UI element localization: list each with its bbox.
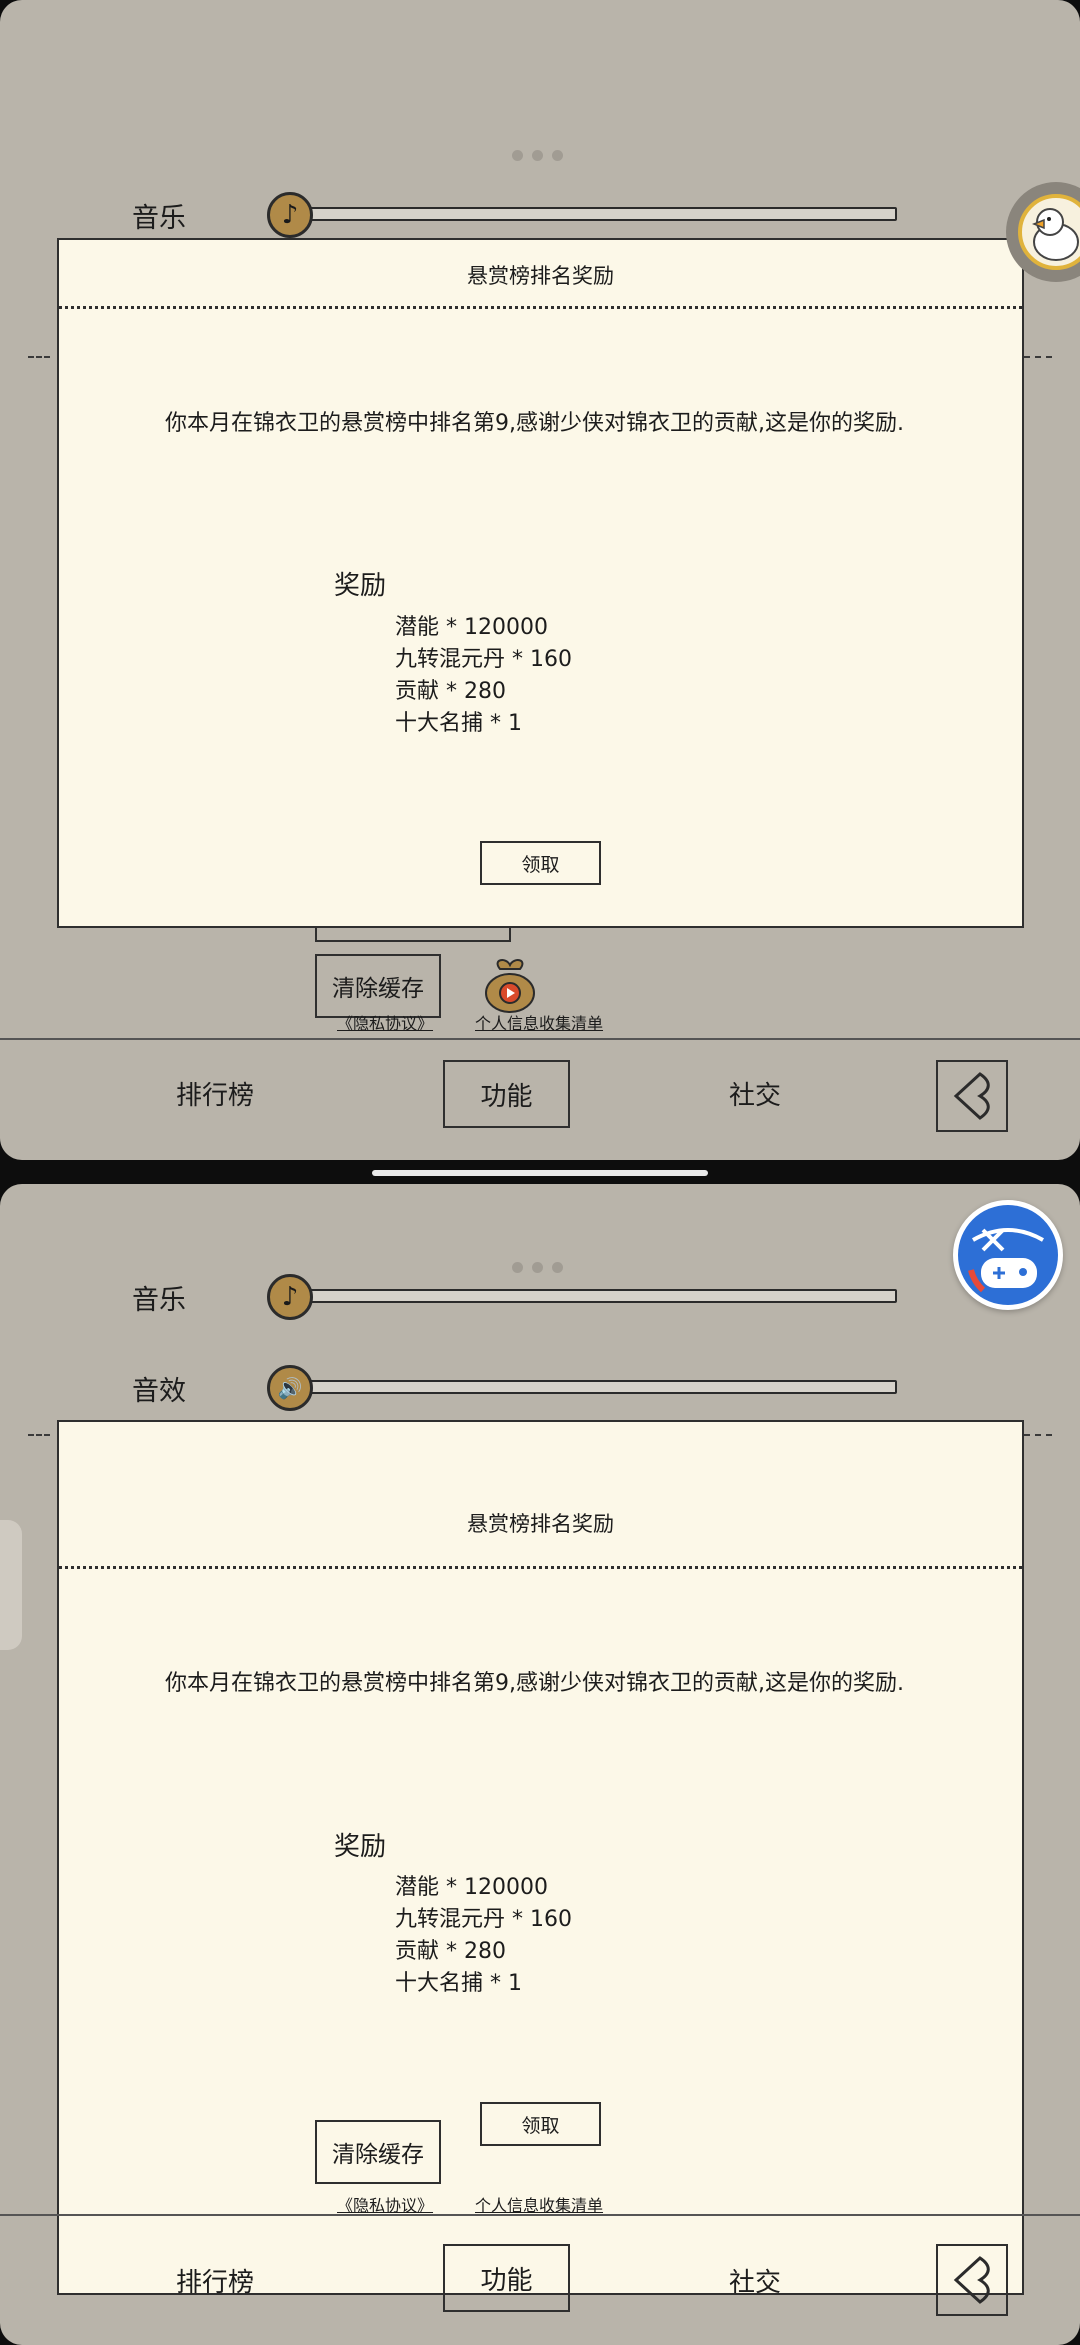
dialog-title: 悬赏榜排名奖励 <box>467 264 614 288</box>
reward-item: 潜能 * 120000 <box>395 1875 548 1900</box>
back-button[interactable] <box>936 1060 1008 1132</box>
tab-social[interactable]: 社交 <box>729 1075 781 1112</box>
tab-function[interactable]: 功能 <box>443 1060 570 1128</box>
music-slider[interactable] <box>300 1289 897 1303</box>
gift-pouch-icon[interactable] <box>482 955 538 1013</box>
claim-button[interactable]: 领取 <box>480 841 601 885</box>
divider <box>1024 1434 1052 1436</box>
music-icon[interactable]: ♪ <box>267 192 313 238</box>
top-window: 音乐 ♪ 悬赏榜排名奖励 你本月在锦衣卫的悬赏榜中排名第9,感谢少侠对锦衣卫的贡… <box>0 0 1080 1160</box>
button-frame-partial <box>315 926 511 942</box>
info-collection-link[interactable]: 个人信息收集清单 <box>475 1010 603 1034</box>
dialog-message: 你本月在锦衣卫的悬赏榜中排名第9,感谢少侠对锦衣卫的贡献,这是你的奖励. <box>165 1671 904 1696</box>
game-controller-badge-icon[interactable] <box>953 1200 1063 1310</box>
side-edge-tab[interactable] <box>0 1520 22 1650</box>
dialog-separator <box>59 1566 1022 1569</box>
tab-ranking[interactable]: 排行榜 <box>176 1075 254 1112</box>
divider <box>28 1434 50 1436</box>
reward-title: 奖励 <box>334 571 387 601</box>
reward-item: 九转混元丹 * 160 <box>395 647 572 672</box>
privacy-link[interactable]: 《隐私协议》 <box>337 2192 433 2216</box>
back-arrow-icon <box>953 2256 990 2304</box>
reward-list: 潜能 * 120000 九转混元丹 * 160 贡献 * 280 十大名捕 * … <box>395 1872 572 2000</box>
reward-item: 九转混元丹 * 160 <box>395 1907 572 1932</box>
split-divider-handle[interactable] <box>372 1170 708 1176</box>
divider <box>28 356 50 358</box>
music-icon[interactable]: ♪ <box>267 1274 313 1320</box>
clear-cache-button[interactable]: 清除缓存 <box>315 2120 441 2184</box>
reward-item: 潜能 * 120000 <box>395 615 548 640</box>
music-label: 音乐 <box>132 1285 186 1316</box>
music-slider[interactable] <box>300 207 897 221</box>
reward-list: 潜能 * 120000 九转混元丹 * 160 贡献 * 280 十大名捕 * … <box>395 612 572 740</box>
ground-line <box>0 2214 1080 2216</box>
window-handle-dots[interactable] <box>512 150 563 161</box>
reward-item: 十大名捕 * 1 <box>395 711 522 736</box>
privacy-link[interactable]: 《隐私协议》 <box>337 1010 433 1034</box>
tab-social[interactable]: 社交 <box>729 2262 781 2299</box>
reward-item: 贡献 * 280 <box>395 1939 506 1964</box>
reward-dialog: 悬赏榜排名奖励 你本月在锦衣卫的悬赏榜中排名第9,感谢少侠对锦衣卫的贡献,这是你… <box>57 1420 1024 2295</box>
effect-label: 音效 <box>132 1376 186 1407</box>
reward-item: 十大名捕 * 1 <box>395 1971 522 1996</box>
dialog-title: 悬赏榜排名奖励 <box>467 1512 614 1536</box>
dialog-message: 你本月在锦衣卫的悬赏榜中排名第9,感谢少侠对锦衣卫的贡献,这是你的奖励. <box>165 411 904 436</box>
back-arrow-icon <box>953 1072 990 1120</box>
info-collection-link[interactable]: 个人信息收集清单 <box>475 2192 603 2216</box>
ground-line <box>0 1038 1080 1040</box>
tab-ranking[interactable]: 排行榜 <box>176 2262 254 2299</box>
dialog-separator <box>59 306 1022 309</box>
divider <box>1024 356 1052 358</box>
reward-dialog: 悬赏榜排名奖励 你本月在锦衣卫的悬赏榜中排名第9,感谢少侠对锦衣卫的贡献,这是你… <box>57 238 1024 928</box>
speaker-icon[interactable]: 🔊 <box>267 1365 313 1411</box>
reward-title: 奖励 <box>334 1832 387 1862</box>
tab-function[interactable]: 功能 <box>443 2244 570 2312</box>
back-button[interactable] <box>936 2244 1008 2316</box>
effect-slider[interactable] <box>300 1380 897 1394</box>
window-handle-dots[interactable] <box>512 1262 563 1273</box>
claim-button[interactable]: 领取 <box>480 2102 601 2146</box>
reward-item: 贡献 * 280 <box>395 679 506 704</box>
clear-cache-button[interactable]: 清除缓存 <box>315 954 441 1018</box>
music-label: 音乐 <box>132 203 186 234</box>
bottom-window: 音乐 ♪ 音效 🔊 悬赏榜排名奖励 你本月在锦衣卫的悬赏榜中排名第9,感谢少侠对… <box>0 1184 1080 2345</box>
